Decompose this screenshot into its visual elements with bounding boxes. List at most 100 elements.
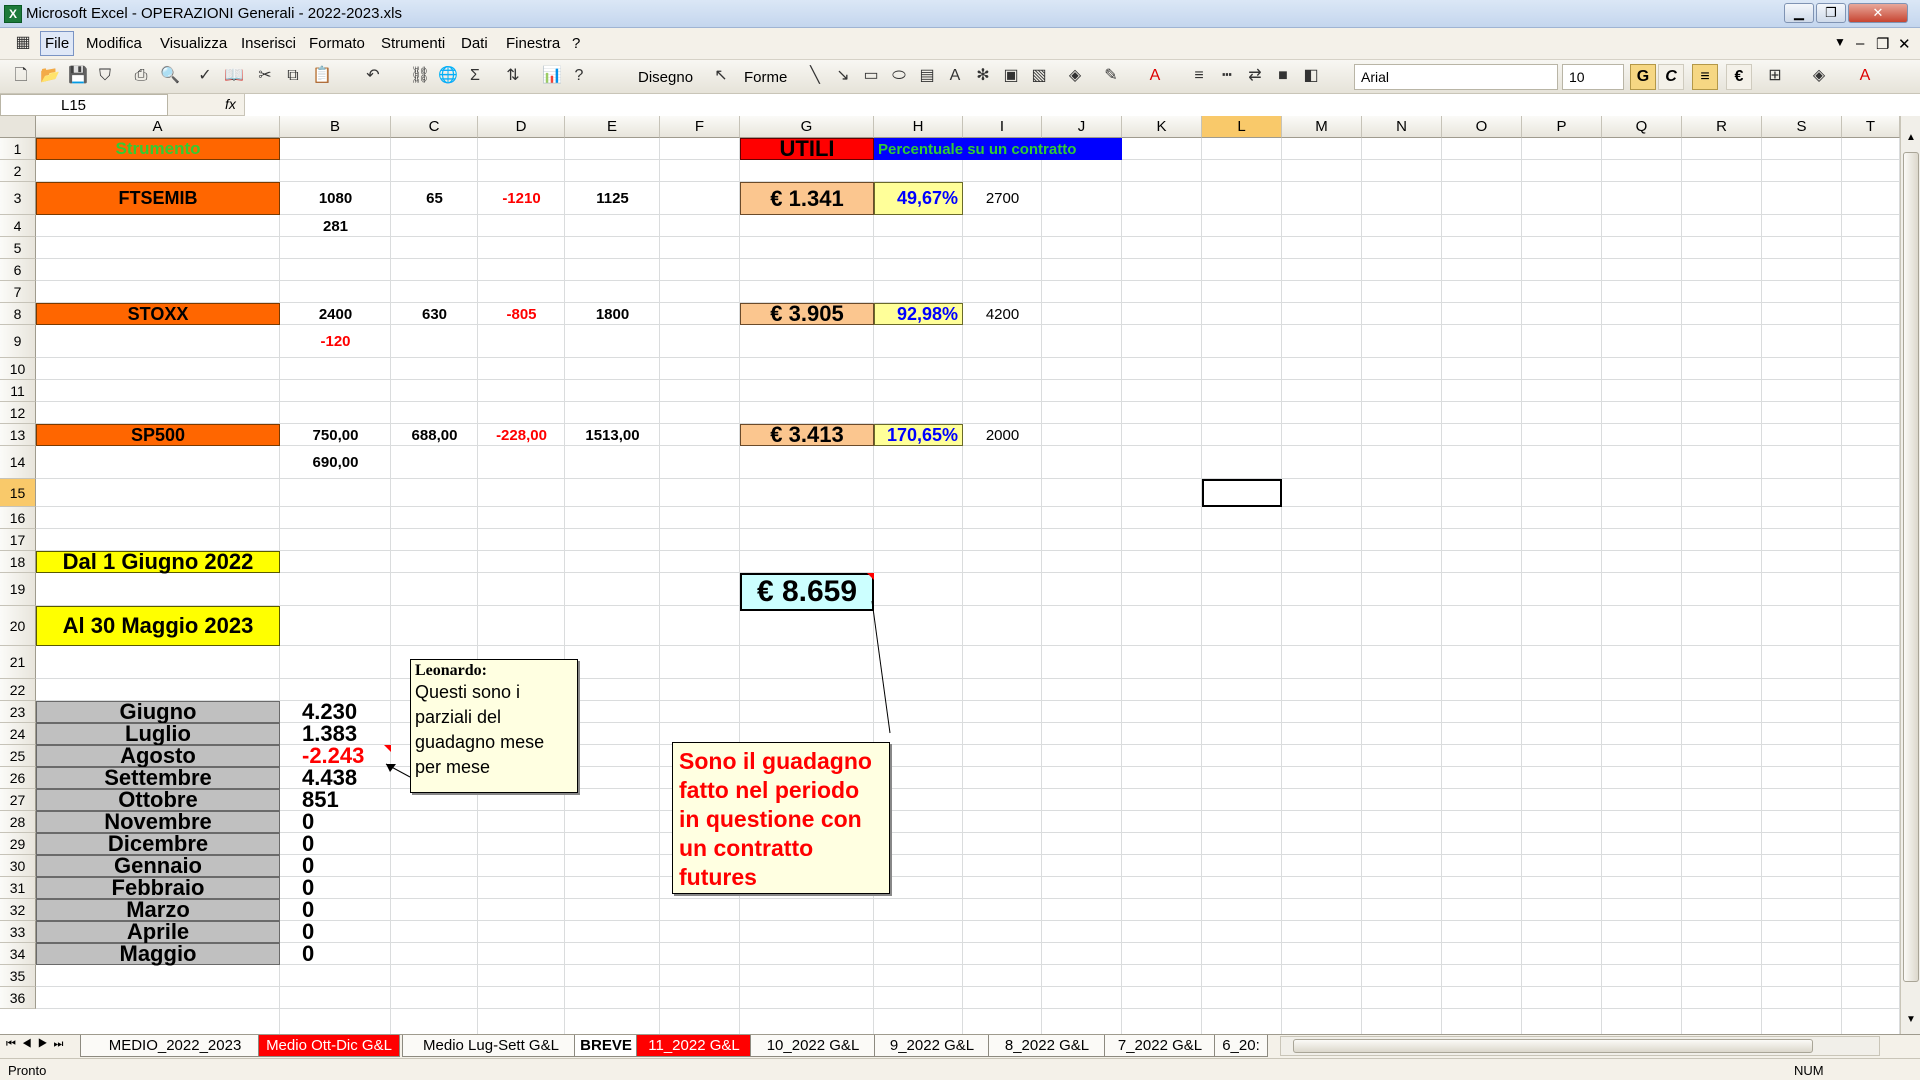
paste-icon[interactable]: 📋 — [312, 67, 332, 85]
column-header-E[interactable]: E — [565, 116, 660, 138]
scroll-down-icon[interactable]: ▼ — [1903, 1014, 1919, 1032]
shapes-menu[interactable]: Forme — [744, 69, 787, 86]
sp500-profit[interactable]: € 3.413 — [740, 422, 874, 447]
scroll-up-icon[interactable]: ▲ — [1903, 132, 1919, 150]
sheet-tab[interactable]: 6_20: — [1214, 1035, 1268, 1057]
ftsemib-value-d[interactable]: -1210 — [478, 182, 565, 215]
doc-close-icon[interactable]: ✕ — [1898, 35, 1911, 53]
row-header-35[interactable]: 35 — [0, 965, 36, 987]
oval-icon[interactable]: ⬭ — [890, 67, 908, 85]
row-header-4[interactable]: 4 — [0, 215, 36, 237]
row-header-17[interactable]: 17 — [0, 529, 36, 551]
row-header-11[interactable]: 11 — [0, 380, 36, 402]
sheet-tab[interactable]: 10_2022 G&L — [750, 1035, 876, 1057]
sheet-tab[interactable]: 7_2022 G&L — [1104, 1035, 1216, 1057]
name-box[interactable]: L15 — [0, 94, 168, 116]
month-value[interactable]: 0 — [280, 809, 391, 834]
autosum-icon[interactable]: Σ — [466, 67, 484, 85]
fill-color-2-icon[interactable]: ◈ — [1810, 67, 1828, 85]
tab-nav-arrows-icon[interactable]: ⏮◀▶⏭ — [6, 1038, 69, 1051]
instrument-ftsemib[interactable]: FTSEMIB — [36, 182, 280, 215]
doc-minimize-icon[interactable]: – — [1856, 35, 1864, 52]
menu-finestra[interactable]: Finestra — [506, 35, 560, 52]
stoxx-profit[interactable]: € 3.905 — [740, 301, 874, 326]
draw-menu[interactable]: Disegno — [638, 69, 693, 86]
ftsemib-extra[interactable]: 281 — [280, 215, 391, 237]
borders-icon[interactable]: ⊞ — [1766, 67, 1784, 85]
ftsemib-percentage[interactable]: 49,67% — [874, 182, 963, 215]
sheet-tab[interactable]: 8_2022 G&L — [988, 1035, 1106, 1057]
month-value[interactable]: 4.230 — [280, 699, 391, 724]
row-header-26[interactable]: 26 — [0, 767, 36, 789]
column-header-B[interactable]: B — [280, 116, 391, 138]
column-header-P[interactable]: P — [1522, 116, 1602, 138]
euro-button[interactable]: € — [1726, 64, 1752, 90]
line-icon[interactable]: ╲ — [806, 67, 824, 85]
row-header-28[interactable]: 28 — [0, 811, 36, 833]
menu-help[interactable]: ? — [572, 35, 580, 52]
shadow-icon[interactable]: ■ — [1274, 67, 1292, 85]
column-header-G[interactable]: G — [740, 116, 874, 138]
menu-visualizza[interactable]: Visualizza — [160, 35, 227, 52]
center-align-button[interactable]: ≡ — [1692, 64, 1718, 90]
month-value[interactable]: 4.438 — [280, 765, 391, 790]
arrow-icon[interactable]: ↘ — [834, 67, 852, 85]
formula-input[interactable] — [244, 94, 1920, 116]
row-header-8[interactable]: 8 — [0, 303, 36, 325]
column-header-H[interactable]: H — [874, 116, 963, 138]
month-label[interactable]: Novembre — [36, 809, 280, 834]
column-header-I[interactable]: I — [963, 116, 1042, 138]
column-header-K[interactable]: K — [1122, 116, 1202, 138]
stoxx-percentage[interactable]: 92,98% — [874, 303, 963, 325]
column-header-T[interactable]: T — [1842, 116, 1900, 138]
ask-dropdown-icon[interactable]: ▼ — [1834, 35, 1846, 49]
row-header-1[interactable]: 1 — [0, 138, 36, 160]
column-header-D[interactable]: D — [478, 116, 565, 138]
print-preview-icon[interactable]: 🔍 — [160, 67, 180, 85]
menu-file[interactable]: File — [40, 31, 75, 56]
sheet-tab[interactable]: BREVE — [574, 1035, 638, 1057]
column-header-O[interactable]: O — [1442, 116, 1522, 138]
menu-modifica[interactable]: Modifica — [86, 35, 142, 52]
row-header-34[interactable]: 34 — [0, 943, 36, 965]
instrument-sp500[interactable]: SP500 — [36, 424, 280, 446]
ftsemib-value-c[interactable]: 65 — [391, 182, 478, 215]
help-icon[interactable]: ? — [570, 67, 588, 85]
select-pointer-icon[interactable]: ↖ — [712, 67, 730, 85]
column-header-N[interactable]: N — [1362, 116, 1442, 138]
sheet-tab[interactable]: Medio Ott-Dic G&L — [258, 1035, 400, 1057]
vertical-scrollbar[interactable]: ▲ ▼ — [1900, 116, 1920, 1034]
month-label[interactable]: Dicembre — [36, 831, 280, 856]
month-label[interactable]: Maggio — [36, 941, 280, 966]
horizontal-scrollbar[interactable] — [1280, 1036, 1880, 1056]
month-label[interactable]: Aprile — [36, 919, 280, 944]
fill-color-icon[interactable]: ◈ — [1066, 67, 1084, 85]
diagram-icon[interactable]: ✻ — [974, 67, 992, 85]
italic-button[interactable]: C — [1658, 64, 1684, 90]
row-header-10[interactable]: 10 — [0, 358, 36, 380]
row-header-30[interactable]: 30 — [0, 855, 36, 877]
month-label[interactable]: Agosto — [36, 743, 280, 768]
instrument-header[interactable]: Strumento — [36, 138, 280, 160]
sp500-value-d[interactable]: -228,00 — [478, 424, 565, 446]
column-header-L[interactable]: L — [1202, 116, 1282, 138]
textbox-icon[interactable]: ▤ — [918, 67, 936, 85]
spelling-icon[interactable]: ✓ — [196, 67, 214, 85]
open-icon[interactable]: 📂 — [40, 67, 60, 85]
column-header-C[interactable]: C — [391, 116, 478, 138]
column-header-J[interactable]: J — [1042, 116, 1122, 138]
line-style-icon[interactable]: ≡ — [1190, 67, 1208, 85]
dash-style-icon[interactable]: ┅ — [1218, 67, 1236, 85]
worksheet-grid[interactable]: A B C D E F G H I J K L M N O P Q R S T 1 2 3 4 5 6 7 8 9 10 11 12 13 14 1… — [0, 116, 1900, 1034]
month-label[interactable]: Marzo — [36, 897, 280, 922]
research-icon[interactable]: 📖 — [224, 67, 244, 85]
picture-icon[interactable]: ▧ — [1030, 67, 1048, 85]
cut-icon[interactable]: ✂ — [256, 67, 274, 85]
print-icon[interactable]: ⎙ — [132, 67, 150, 85]
period-start[interactable]: Dal 1 Giugno 2022 — [36, 549, 280, 574]
ftsemib-value-b[interactable]: 1080 — [280, 182, 391, 215]
row-header-25[interactable]: 25 — [0, 745, 36, 767]
row-header-32[interactable]: 32 — [0, 899, 36, 921]
chart-wizard-icon[interactable]: 📊 — [542, 67, 562, 85]
row-header-20[interactable]: 20 — [0, 606, 36, 646]
